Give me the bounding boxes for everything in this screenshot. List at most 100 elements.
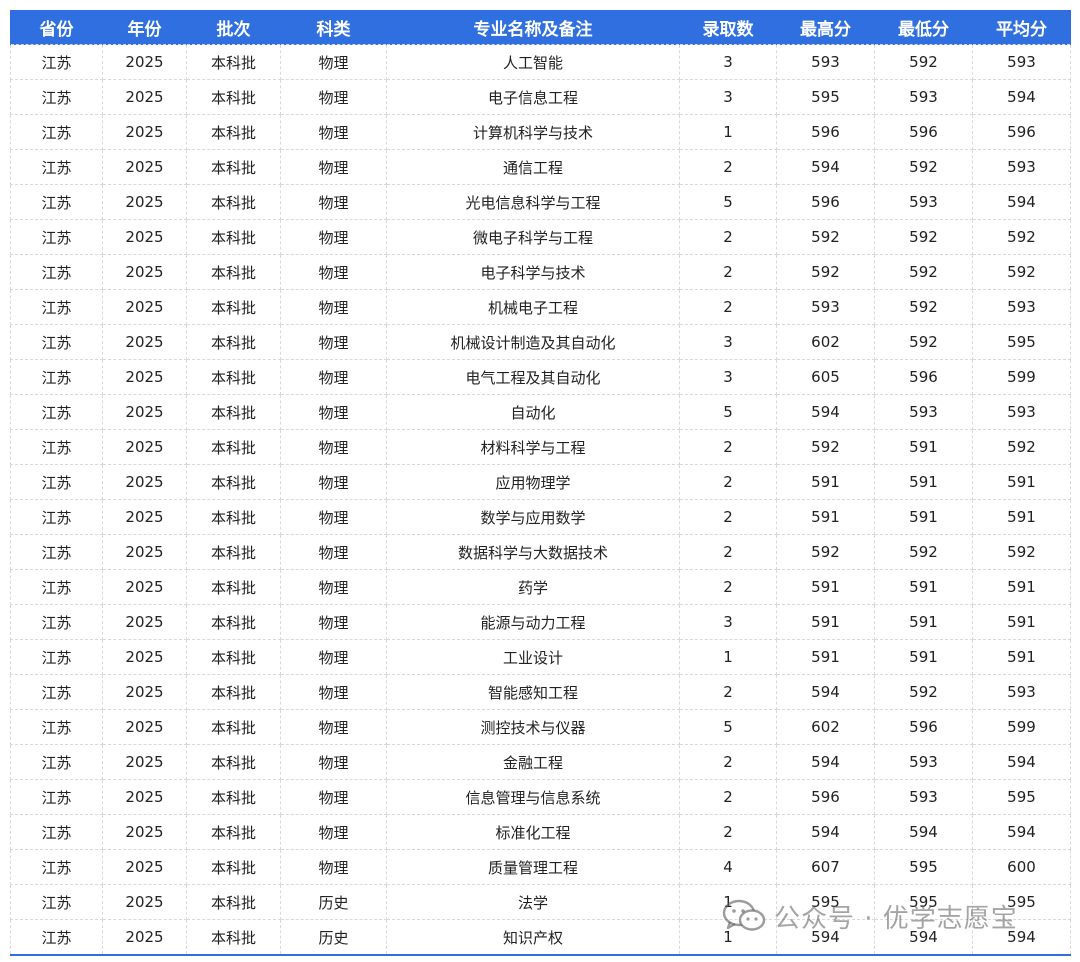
cell-major: 数学与应用数学 xyxy=(386,499,680,535)
cell-major: 数据科学与大数据技术 xyxy=(386,534,680,570)
cell-batch: 本科批 xyxy=(186,814,281,850)
cell-max-score: 607 xyxy=(776,849,875,885)
cell-admitted: 5 xyxy=(679,709,777,745)
cell-max-score: 596 xyxy=(776,114,875,150)
cell-max-score: 594 xyxy=(776,919,875,956)
column-header-major: 专业名称及备注 xyxy=(386,10,680,45)
cell-batch: 本科批 xyxy=(186,849,281,885)
cell-major: 工业设计 xyxy=(386,639,680,675)
cell-subject: 物理 xyxy=(280,254,387,290)
table-header: 省份 年份 批次 科类 专业名称及备注 录取数 最高分 最低分 平均分 xyxy=(10,10,1071,45)
cell-max-score: 591 xyxy=(776,604,875,640)
cell-avg-score: 599 xyxy=(972,359,1071,395)
cell-min-score: 596 xyxy=(874,359,973,395)
cell-avg-score: 594 xyxy=(972,919,1071,956)
table-row: 江苏 2025 本科批 物理 工业设计 1 591 591 591 xyxy=(10,639,1071,675)
cell-batch: 本科批 xyxy=(186,884,281,920)
cell-max-score: 592 xyxy=(776,534,875,570)
cell-avg-score: 592 xyxy=(972,429,1071,465)
cell-min-score: 591 xyxy=(874,604,973,640)
cell-avg-score: 594 xyxy=(972,814,1071,850)
cell-max-score: 596 xyxy=(776,779,875,815)
cell-subject: 物理 xyxy=(280,744,387,780)
table-body: 江苏 2025 本科批 物理 人工智能 3 593 592 593 江苏 2025 本科批 物理 电子信息… xyxy=(10,44,1071,956)
table-row: 江苏 2025 本科批 物理 应用物理学 2 591 591 591 xyxy=(10,464,1071,500)
cell-avg-score: 591 xyxy=(972,569,1071,605)
cell-year: 2025 xyxy=(102,359,187,395)
cell-avg-score: 599 xyxy=(972,709,1071,745)
cell-batch: 本科批 xyxy=(186,499,281,535)
table-row: 江苏 2025 本科批 历史 知识产权 1 594 594 594 xyxy=(10,919,1071,956)
cell-province: 江苏 xyxy=(10,919,103,956)
cell-major: 金融工程 xyxy=(386,744,680,780)
cell-min-score: 593 xyxy=(874,79,973,115)
cell-year: 2025 xyxy=(102,534,187,570)
cell-year: 2025 xyxy=(102,394,187,430)
column-header-province: 省份 xyxy=(10,10,103,45)
table-row: 江苏 2025 本科批 物理 计算机科学与技术 1 596 596 596 xyxy=(10,114,1071,150)
cell-province: 江苏 xyxy=(10,324,103,360)
cell-admitted: 2 xyxy=(679,499,777,535)
cell-avg-score: 595 xyxy=(972,884,1071,920)
cell-admitted: 2 xyxy=(679,429,777,465)
cell-max-score: 594 xyxy=(776,149,875,185)
cell-major: 机械电子工程 xyxy=(386,289,680,325)
cell-min-score: 591 xyxy=(874,429,973,465)
cell-max-score: 594 xyxy=(776,394,875,430)
cell-avg-score: 592 xyxy=(972,534,1071,570)
cell-subject: 物理 xyxy=(280,184,387,220)
cell-batch: 本科批 xyxy=(186,919,281,956)
cell-year: 2025 xyxy=(102,884,187,920)
cell-avg-score: 592 xyxy=(972,219,1071,255)
cell-subject: 物理 xyxy=(280,499,387,535)
cell-subject: 物理 xyxy=(280,394,387,430)
cell-max-score: 593 xyxy=(776,289,875,325)
cell-province: 江苏 xyxy=(10,429,103,465)
cell-major: 电气工程及其自动化 xyxy=(386,359,680,395)
cell-province: 江苏 xyxy=(10,114,103,150)
cell-province: 江苏 xyxy=(10,674,103,710)
cell-max-score: 592 xyxy=(776,429,875,465)
cell-max-score: 592 xyxy=(776,219,875,255)
cell-year: 2025 xyxy=(102,849,187,885)
cell-batch: 本科批 xyxy=(186,184,281,220)
cell-avg-score: 592 xyxy=(972,254,1071,290)
cell-admitted: 3 xyxy=(679,359,777,395)
cell-batch: 本科批 xyxy=(186,359,281,395)
cell-min-score: 592 xyxy=(874,44,973,80)
cell-province: 江苏 xyxy=(10,534,103,570)
cell-batch: 本科批 xyxy=(186,429,281,465)
cell-batch: 本科批 xyxy=(186,569,281,605)
cell-major: 法学 xyxy=(386,884,680,920)
cell-province: 江苏 xyxy=(10,464,103,500)
cell-subject: 物理 xyxy=(280,289,387,325)
cell-min-score: 593 xyxy=(874,184,973,220)
cell-batch: 本科批 xyxy=(186,394,281,430)
cell-major: 机械设计制造及其自动化 xyxy=(386,324,680,360)
table-row: 江苏 2025 本科批 物理 数据科学与大数据技术 2 592 592 592 xyxy=(10,534,1071,570)
cell-min-score: 593 xyxy=(874,744,973,780)
cell-max-score: 591 xyxy=(776,464,875,500)
table-row: 江苏 2025 本科批 物理 光电信息科学与工程 5 596 593 594 xyxy=(10,184,1071,220)
cell-major: 计算机科学与技术 xyxy=(386,114,680,150)
cell-province: 江苏 xyxy=(10,79,103,115)
cell-province: 江苏 xyxy=(10,639,103,675)
cell-batch: 本科批 xyxy=(186,604,281,640)
cell-min-score: 591 xyxy=(874,569,973,605)
cell-admitted: 1 xyxy=(679,114,777,150)
cell-subject: 物理 xyxy=(280,779,387,815)
cell-subject: 物理 xyxy=(280,149,387,185)
cell-batch: 本科批 xyxy=(186,254,281,290)
cell-batch: 本科批 xyxy=(186,289,281,325)
cell-major: 能源与动力工程 xyxy=(386,604,680,640)
cell-major: 知识产权 xyxy=(386,919,680,956)
table-row: 江苏 2025 本科批 物理 智能感知工程 2 594 592 593 xyxy=(10,674,1071,710)
cell-admitted: 4 xyxy=(679,849,777,885)
cell-min-score: 593 xyxy=(874,394,973,430)
cell-major: 电子科学与技术 xyxy=(386,254,680,290)
cell-batch: 本科批 xyxy=(186,464,281,500)
cell-min-score: 592 xyxy=(874,289,973,325)
cell-year: 2025 xyxy=(102,114,187,150)
cell-admitted: 3 xyxy=(679,79,777,115)
cell-province: 江苏 xyxy=(10,149,103,185)
